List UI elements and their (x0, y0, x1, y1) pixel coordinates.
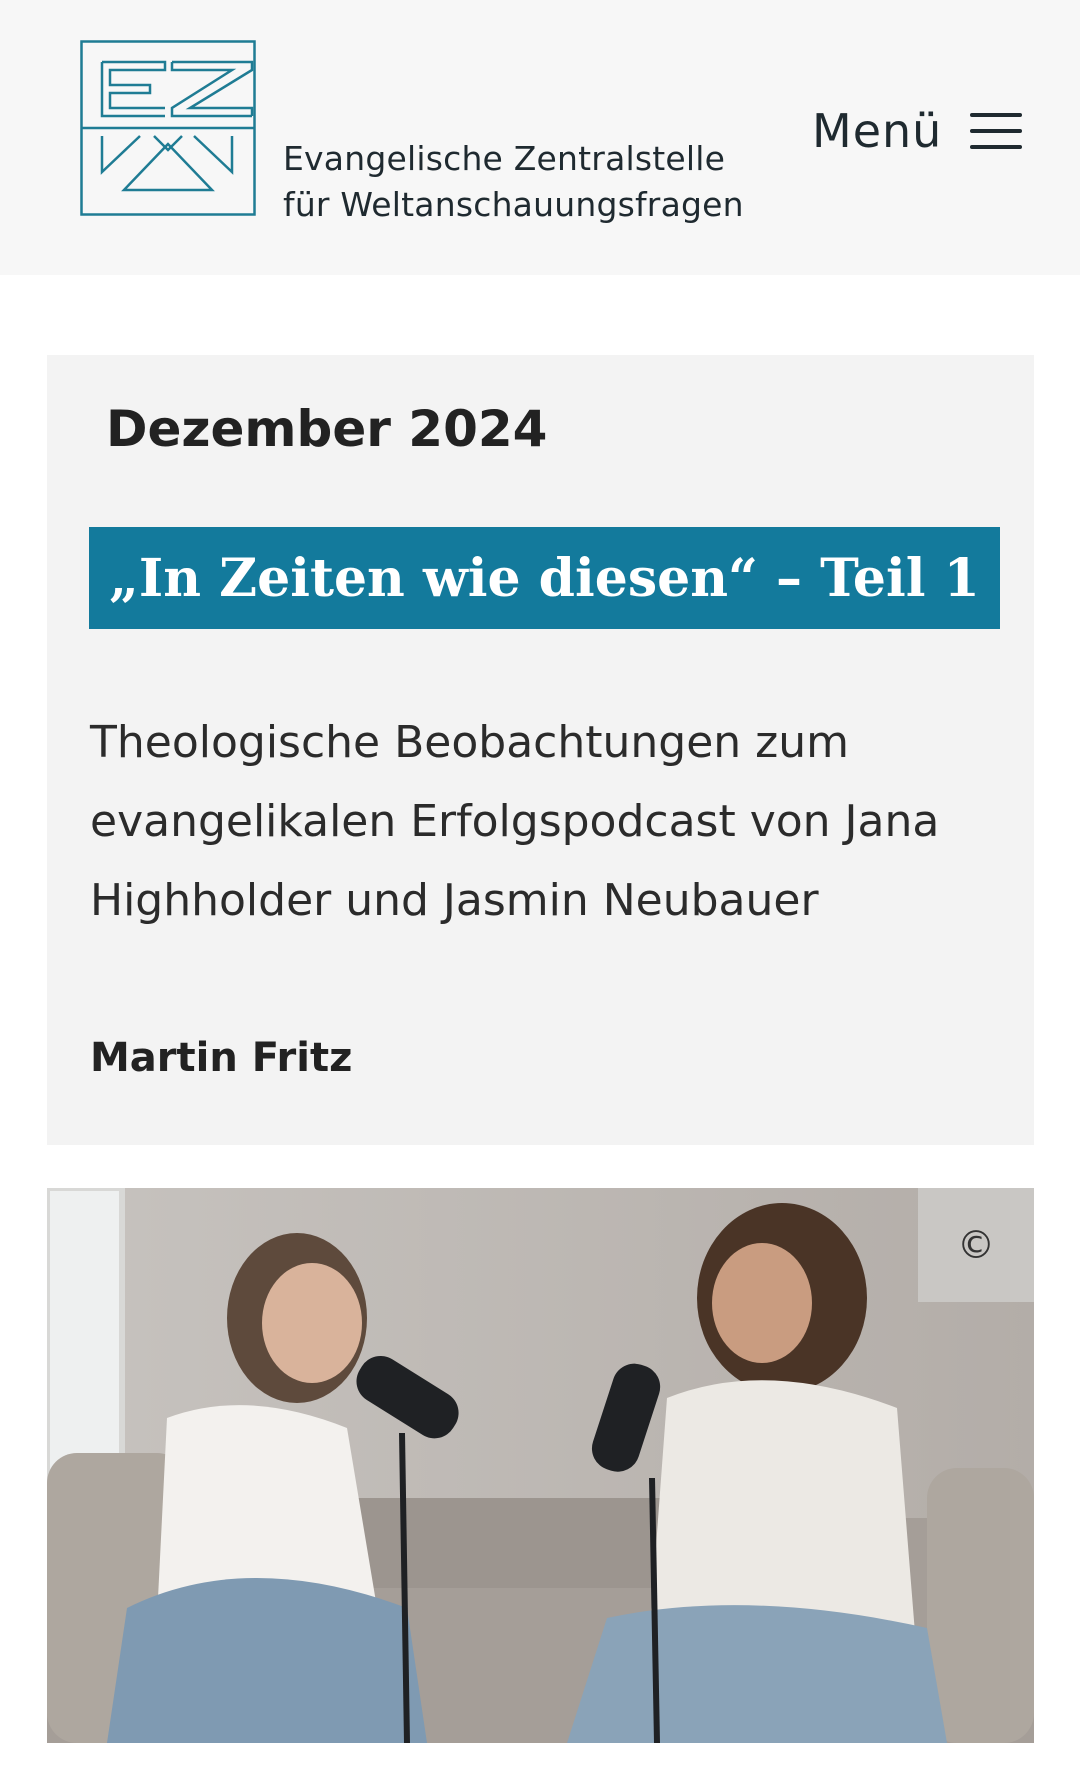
ezw-logo-icon[interactable] (80, 40, 256, 216)
article-date: Dezember 2024 (106, 400, 548, 458)
article-card: Dezember 2024 „In Zeiten wie diesen“ – T… (47, 355, 1034, 1145)
copyright-button[interactable]: © (918, 1188, 1034, 1302)
org-name[interactable]: Evangelische Zentralstelle für Weltansch… (283, 136, 744, 228)
org-name-line-1: Evangelische Zentralstelle (283, 139, 726, 178)
article-author[interactable]: Martin Fritz (90, 1035, 352, 1081)
org-name-line-2: für Weltanschauungsfragen (283, 185, 744, 224)
hamburger-icon (970, 113, 1023, 149)
article-subtitle: Theologische Beobachtungen zum evangelik… (90, 717, 940, 926)
article-title: „In Zeiten wie diesen“ – Teil 1 (109, 547, 980, 609)
podcast-photo (47, 1188, 1034, 1743)
article-hero-image: © (47, 1188, 1034, 1743)
article-title-box: „In Zeiten wie diesen“ – Teil 1 (89, 527, 1000, 629)
menu-button[interactable]: Menü (812, 104, 1023, 158)
site-header: Evangelische Zentralstelle für Weltansch… (0, 0, 1080, 275)
menu-label: Menü (812, 104, 943, 158)
